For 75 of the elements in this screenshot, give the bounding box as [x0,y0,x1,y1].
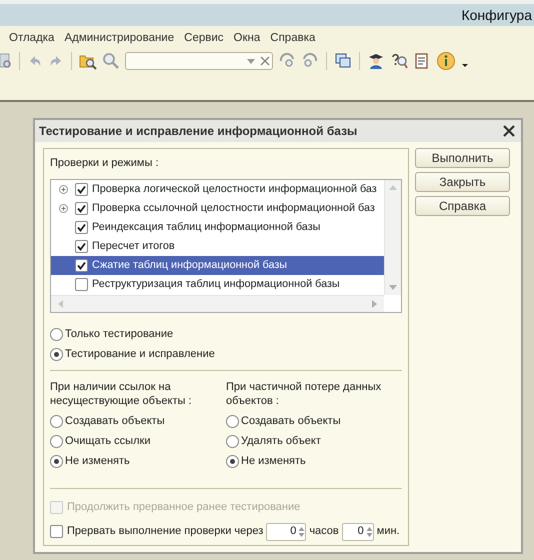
option-label: Продолжить прерванное ранее тестирование [67,500,300,516]
option-label: Создавать объекты [241,414,341,430]
window-title: Конфигура [461,6,532,25]
checkbox[interactable] [75,202,88,214]
search-field[interactable] [125,52,273,70]
dialog-button[interactable]: Выполнить [415,148,510,168]
checkbox[interactable] [75,258,88,272]
menu-item[interactable]: Отладка [6,30,58,50]
group-label: При наличии ссылок на несуществующие объекты : [50,380,193,408]
info-icon[interactable] [436,51,456,71]
checkbox[interactable] [75,240,88,252]
option-label: Создавать объекты [65,414,165,430]
list-row[interactable]: Проверка ссылочной целостности информационной баз [51,198,384,218]
list-row[interactable]: Пересчет итогов [51,236,384,256]
radio-button[interactable] [226,435,239,448]
close-icon[interactable] [503,125,515,137]
radio-button[interactable] [50,348,63,361]
expand-icon[interactable] [58,204,68,212]
vertical-scrollbar[interactable] [384,180,401,294]
dialog-button[interactable]: Справка [415,196,510,216]
checkbox[interactable] [75,278,88,290]
spin-arrows-icon[interactable] [298,524,306,538]
radio-button[interactable] [50,415,63,428]
number-spinner[interactable]: 0 [266,522,306,540]
unit-label: часов [309,524,339,540]
list-row[interactable]: Реструктуризация таблиц информационной базы [51,274,384,294]
unit-label: мин. [376,524,400,540]
check-icon [77,184,86,194]
search-icon[interactable] [102,52,120,70]
windows-icon[interactable] [334,52,352,70]
checkbox[interactable] [75,182,88,196]
menu-item[interactable]: Справка [267,30,318,50]
option-label: Не изменять [65,454,130,470]
list-row[interactable]: Проверка логической целостности информационной баз [51,180,384,198]
option-label: Очищать ссылки [65,434,150,450]
check-icon [77,242,86,250]
option-label: Удалять объект [241,434,321,450]
check-icon [77,204,86,212]
section-label: Проверки и режимы : [50,156,160,171]
dialog-button[interactable]: Закрыть [415,172,510,192]
menu-item[interactable]: Сервис [181,30,227,50]
checkbox[interactable] [75,220,88,234]
row-label: Проверка ссылочной целостности информационной баз [92,200,375,216]
group-label: При частичной потере данных объектов : [226,380,382,408]
radio-button[interactable] [50,328,63,341]
row-label: Реиндексация таблиц информационной базы [92,220,320,235]
preview-icon[interactable] [0,52,12,70]
scroll-down-icon[interactable] [389,284,397,290]
row-label: Проверка логической целостности информационной баз [92,182,377,197]
check-icon [77,222,86,232]
option-label: Тестирование и исправление [65,347,215,362]
spin-arrows-icon[interactable] [366,524,373,538]
expand-icon[interactable] [58,184,68,194]
radio-button[interactable] [50,435,63,448]
horizontal-scrollbar[interactable] [51,294,384,312]
list-row[interactable]: Сжатие таблиц информационной базы [51,256,384,274]
dialog-title: Тестирование и исправление информационной базы [39,123,358,140]
list-row[interactable]: Реиндексация таблиц информационной базы [51,218,384,236]
row-label: Пересчет итогов [92,238,175,254]
radio-button[interactable] [50,455,63,468]
menu-item[interactable]: Окна [230,30,264,50]
help-search-icon[interactable] [390,52,408,70]
option-label: Не изменять [241,454,306,470]
row-label: Сжатие таблиц информационной базы [92,258,288,273]
number-spinner[interactable]: 0 [342,522,374,540]
row-label: Реструктуризация таблиц информационной базы [92,276,340,292]
radio-button[interactable] [226,455,239,468]
graduate-icon[interactable] [367,52,385,70]
menu-item[interactable]: Администрирование [61,30,178,50]
checkbox[interactable] [50,525,63,538]
scroll-right-icon[interactable] [372,300,378,308]
option-label: Прервать выполнение проверки через [67,524,264,540]
check-icon [77,260,86,270]
radio-button[interactable] [226,415,239,428]
option-label: Только тестирование [65,327,174,342]
